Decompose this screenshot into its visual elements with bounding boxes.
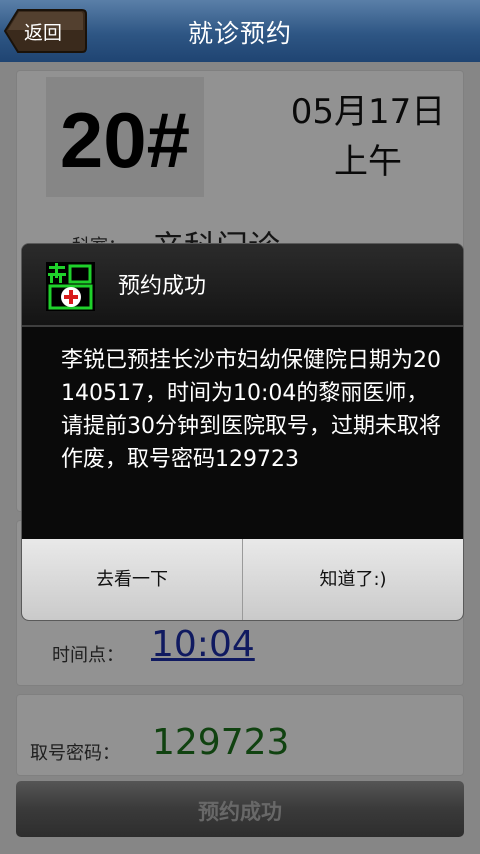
dialog-title: 预约成功 [118,274,207,299]
dialog-button-bar: 去看一下 知道了:) [22,539,463,620]
got-it-button[interactable]: 知道了:) [243,539,463,620]
dialog-header: 预约成功 [22,244,463,327]
app-logo-icon [46,262,95,311]
success-dialog: 预约成功 李锐已预挂长沙市妇幼保健院日期为20140517，时间为10:04的黎… [21,243,464,621]
view-button[interactable]: 去看一下 [22,539,242,620]
dialog-message: 李锐已预挂长沙市妇幼保健院日期为20140517，时间为10:04的黎丽医师，请… [61,348,441,472]
page-title: 就诊预约 [187,19,292,48]
top-bar: 返回 就诊预约 [0,0,480,62]
